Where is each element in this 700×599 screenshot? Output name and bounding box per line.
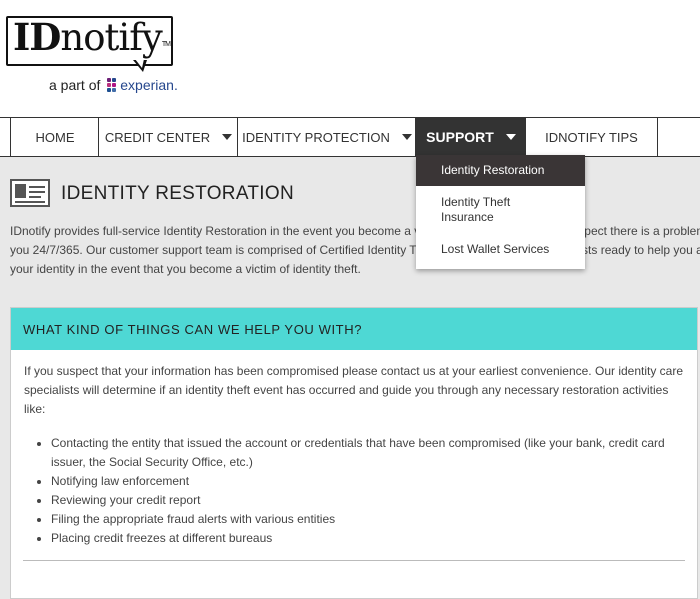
dropdown-item-label: Identity Restoration xyxy=(441,163,545,177)
nav-idnotify-tips-label: IDNOTIFY TIPS xyxy=(545,129,638,145)
card-divider xyxy=(23,560,685,561)
chevron-down-icon xyxy=(401,134,412,140)
dropdown-item-identity-theft-insurance[interactable]: Identity Theft Insurance xyxy=(416,186,585,234)
intro-line: your identity in the event that you beco… xyxy=(10,262,361,276)
main-navigation: HOME CREDIT CENTER IDENTITY PROTECTION S… xyxy=(0,117,700,157)
nav-identity-protection[interactable]: IDENTITY PROTECTION xyxy=(237,118,416,156)
intro-line: IDnotify provides full-service Identity … xyxy=(10,224,700,238)
dropdown-item-identity-restoration[interactable]: Identity Restoration xyxy=(416,155,585,186)
help-card-heading-text: WHAT KIND OF THINGS CAN WE HELP YOU WITH… xyxy=(23,321,363,337)
logo-trademark: TM xyxy=(161,41,171,48)
page-title: IDENTITY RESTORATION xyxy=(61,183,294,204)
dropdown-item-label: Lost Wallet Services xyxy=(441,242,550,256)
part-of-text: a part of xyxy=(49,77,101,93)
logo-id: ID xyxy=(13,15,61,59)
support-dropdown-menu: Identity Restoration Identity Theft Insu… xyxy=(416,155,585,269)
intro-line: you 24/7/365. Our customer support team … xyxy=(10,243,700,257)
nav-credit-center-label: CREDIT CENTER xyxy=(104,129,211,145)
chevron-down-icon xyxy=(505,134,516,140)
experian-logo-text: experian. xyxy=(120,77,178,93)
list-item: Placing credit freezes at different bure… xyxy=(51,529,684,548)
nav-home[interactable]: HOME xyxy=(10,118,99,156)
help-card: WHAT KIND OF THINGS CAN WE HELP YOU WITH… xyxy=(10,307,698,599)
logo-notify: notify xyxy=(60,16,162,59)
dropdown-item-label: Identity Theft Insurance xyxy=(441,195,511,224)
nav-support[interactable]: SUPPORT xyxy=(415,118,526,156)
dropdown-item-lost-wallet-services[interactable]: Lost Wallet Services xyxy=(416,234,585,269)
list-item: Filing the appropriate fraud alerts with… xyxy=(51,510,684,529)
idnotify-logo[interactable]: IDnotifyTM xyxy=(6,15,173,66)
intro-text: IDnotify provides full-service Identity … xyxy=(10,222,700,279)
nav-idnotify-tips[interactable]: IDNOTIFY TIPS xyxy=(525,118,658,156)
help-card-body: If you suspect that your information has… xyxy=(11,350,697,548)
help-paragraph: If you suspect that your information has… xyxy=(24,364,684,416)
nav-credit-center[interactable]: CREDIT CENTER xyxy=(98,118,238,156)
list-item: Contacting the entity that issued the ac… xyxy=(51,434,684,472)
logo-speech-tail-inner xyxy=(135,59,144,68)
part-of-experian: a part of experian. xyxy=(49,77,178,93)
site-header: IDnotifyTM a part of experian. xyxy=(0,0,700,117)
nav-identity-protection-label: IDENTITY PROTECTION xyxy=(242,129,390,145)
nav-home-label: HOME xyxy=(35,129,75,145)
nav-support-label: SUPPORT xyxy=(426,129,494,145)
experian-dots-icon xyxy=(107,78,119,92)
logo-wordmark: IDnotifyTM xyxy=(13,15,171,59)
id-card-icon xyxy=(10,179,50,207)
list-item: Reviewing your credit report xyxy=(51,491,684,510)
list-item: Notifying law enforcement xyxy=(51,472,684,491)
help-list: Contacting the entity that issued the ac… xyxy=(24,434,684,548)
help-card-heading: WHAT KIND OF THINGS CAN WE HELP YOU WITH… xyxy=(11,308,697,350)
chevron-down-icon xyxy=(222,134,233,140)
